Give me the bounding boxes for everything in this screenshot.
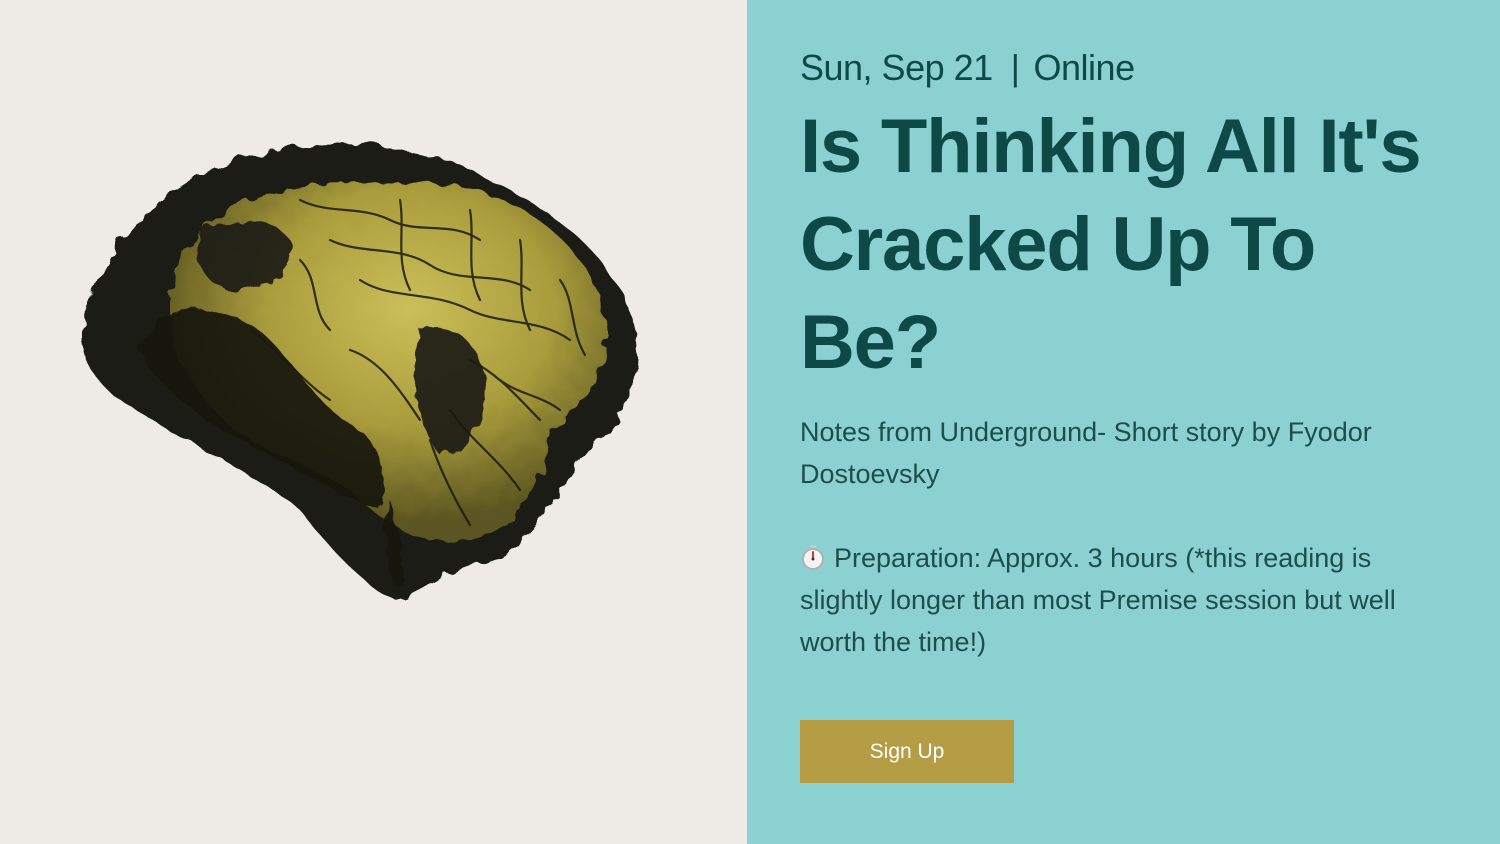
sign-up-button[interactable]: Sign Up	[800, 720, 1014, 783]
preparation-note: Preparation: Approx. 3 hours (*this read…	[800, 537, 1450, 663]
event-location: Online	[1033, 47, 1136, 88]
event-date: Sun, Sep 21	[800, 47, 993, 88]
meta-separator: |	[1010, 47, 1020, 88]
artwork-panel	[0, 0, 747, 844]
event-card: Sun, Sep 21 | Online Is Thinking All It's …	[0, 0, 1500, 844]
stopwatch-icon	[802, 545, 824, 570]
event-title: Is Thinking All It's Cracked Up To Be?	[800, 104, 1422, 385]
event-meta: Sun, Sep 21 | Online	[800, 44, 1135, 92]
preparation-text: Preparation: Approx. 3 hours (*this read…	[800, 543, 1396, 657]
event-subtitle: Notes from Underground- Short story by F…	[800, 417, 1372, 489]
brain-illustration	[81, 144, 637, 600]
event-info-panel: Sun, Sep 21 | Online Is Thinking All It's …	[747, 0, 1500, 844]
